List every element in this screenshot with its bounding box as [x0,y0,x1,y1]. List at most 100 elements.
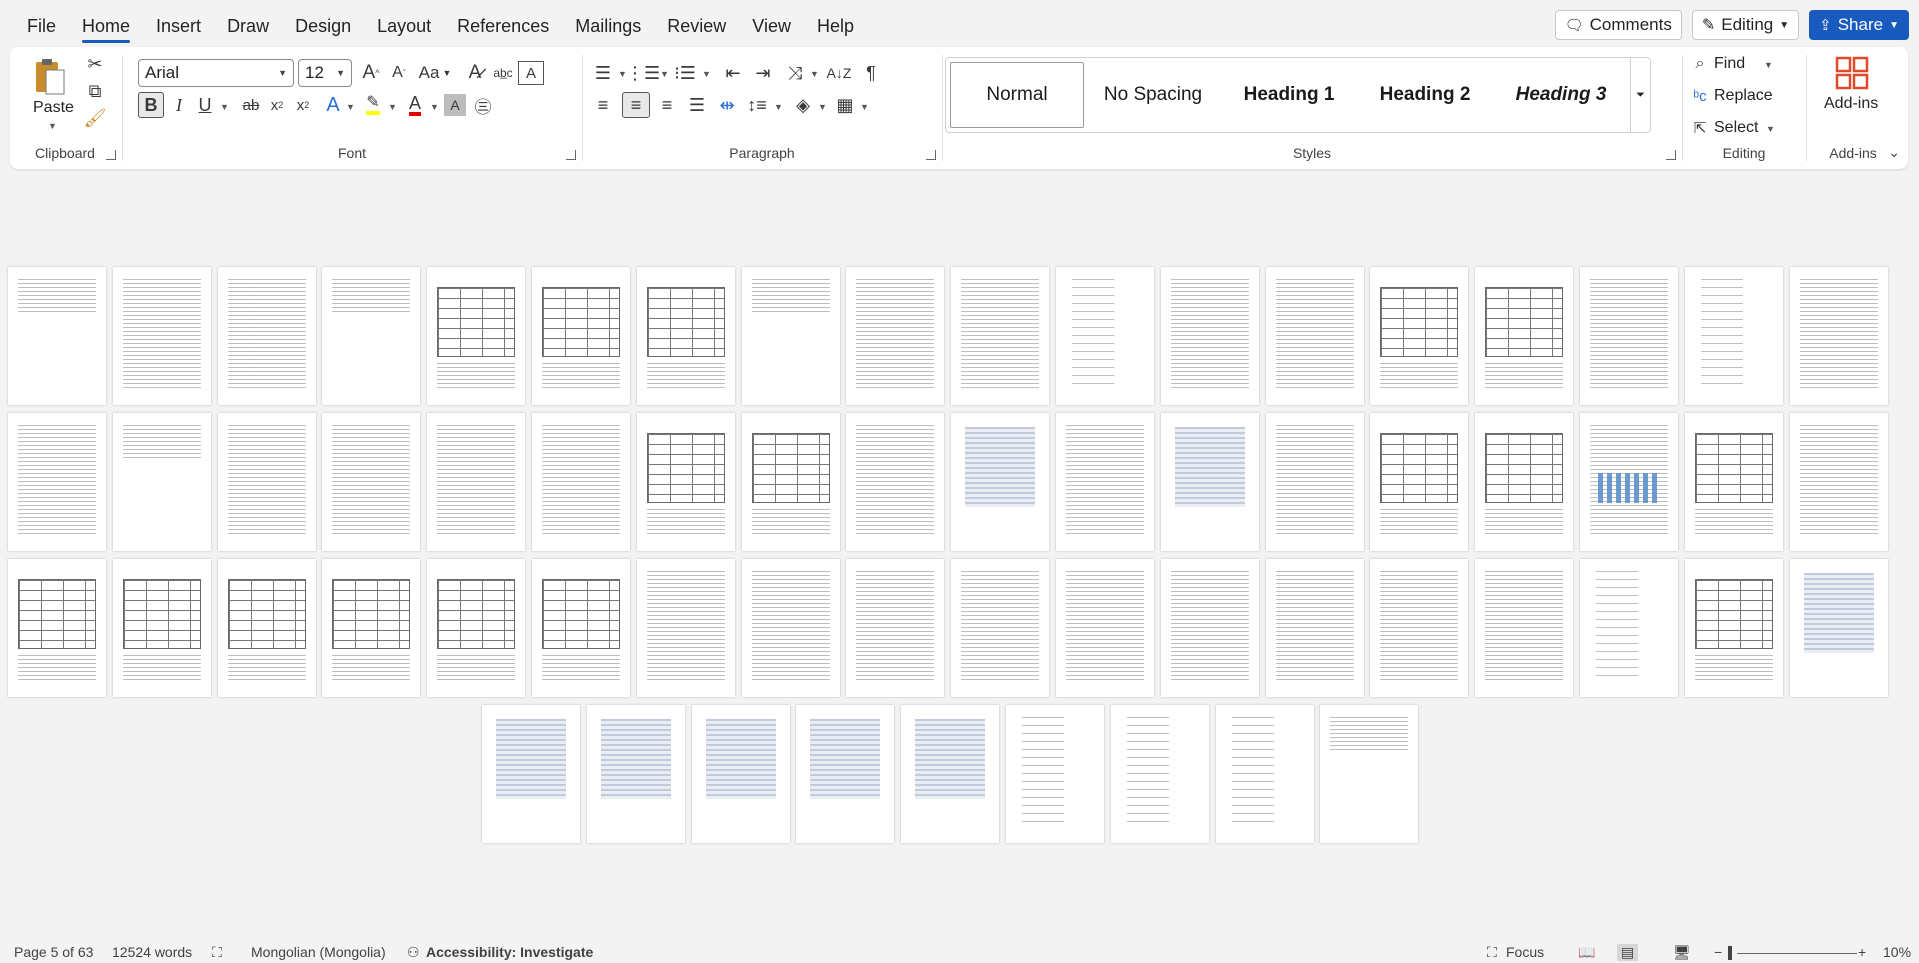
page-thumbnail[interactable] [1056,267,1154,405]
search-icon[interactable]: ⌕ [1690,53,1710,75]
page-thumbnail[interactable] [217,559,316,697]
menu-item-view[interactable]: View [739,12,804,43]
page-thumbnail[interactable] [1265,267,1364,405]
highlight-icon[interactable]: ✎ [360,92,386,118]
clipboard-launcher-icon[interactable] [106,150,116,160]
menu-item-file[interactable]: File [14,12,69,43]
proofing-icon[interactable]: ⛶ [212,944,222,961]
find-dropdown-icon[interactable]: ▼ [1764,60,1773,70]
text-direction-dropdown-icon[interactable]: ▼ [810,69,819,79]
page-thumbnail[interactable] [636,559,735,697]
menu-item-home[interactable]: Home [69,12,143,43]
line-spacing-dropdown-icon[interactable]: ▼ [774,102,783,112]
focus-button[interactable]: Focus [1506,944,1544,960]
page-count[interactable]: Page 5 of 63 [14,944,93,960]
page-thumbnail[interactable] [1789,267,1888,405]
menu-item-mailings[interactable]: Mailings [562,12,654,43]
print-layout-icon[interactable]: ▤ [1617,944,1639,961]
page-thumbnail[interactable] [532,267,630,405]
page-thumbnail[interactable] [636,267,735,405]
page-thumbnail[interactable] [901,705,1000,843]
addins-icon[interactable] [1834,55,1870,91]
cursor-arrow-icon[interactable]: ⇱ [1690,117,1710,139]
menu-item-draw[interactable]: Draw [214,12,282,43]
menu-item-design[interactable]: Design [282,12,364,43]
page-thumbnail[interactable] [1265,413,1364,551]
page-thumbnail[interactable] [1475,267,1574,405]
character-shading-icon[interactable]: A [444,94,466,116]
editing-mode-button[interactable]: ✎ Editing ▼ [1691,10,1800,40]
page-thumbnail[interactable] [322,267,421,405]
page-thumbnail[interactable] [636,413,735,551]
highlight-dropdown-icon[interactable]: ▼ [388,102,397,112]
underline-icon[interactable]: U [192,92,218,118]
bullets-icon[interactable]: ☰ [590,61,616,85]
multilevel-list-dropdown-icon[interactable]: ▼ [702,69,711,79]
collapse-ribbon-icon[interactable]: ⌄ [1888,144,1900,161]
page-thumbnail[interactable] [741,559,840,697]
menu-item-references[interactable]: References [444,12,562,43]
paste-dropdown-icon[interactable]: ▼ [48,121,57,131]
zoom-out-icon[interactable]: − [1714,944,1722,960]
page-thumbnail[interactable] [532,413,630,551]
cut-icon[interactable]: ✂ [84,53,106,75]
menu-item-insert[interactable]: Insert [143,12,214,43]
paste-button[interactable]: Paste [33,99,74,117]
font-launcher-icon[interactable] [566,150,576,160]
page-thumbnail[interactable] [1056,559,1154,697]
select-dropdown-icon[interactable]: ▼ [1766,124,1775,134]
page-thumbnail[interactable] [427,267,526,405]
increase-indent-icon[interactable]: ⇥ [750,61,776,85]
format-painter-icon[interactable]: 🖌 [84,107,107,129]
page-thumbnail[interactable] [112,267,211,405]
subscript-icon[interactable]: x2 [264,92,290,118]
grow-font-icon[interactable]: A ^ [358,61,384,85]
page-thumbnail[interactable] [741,267,840,405]
share-button[interactable]: ⇪ Share ▼ [1809,10,1909,40]
page-thumbnail[interactable] [427,559,526,697]
menu-item-layout[interactable]: Layout [364,12,444,43]
page-thumbnail[interactable] [1475,559,1574,697]
text-effects-icon[interactable]: A [320,92,346,118]
page-thumbnail[interactable] [1056,413,1154,551]
page-thumbnail[interactable] [1684,559,1783,697]
decrease-indent-icon[interactable]: ⇤ [720,61,746,85]
page-thumbnail[interactable] [1110,705,1209,843]
paste-icon[interactable] [32,55,68,99]
bold-icon[interactable]: B [138,92,164,118]
accessibility-status[interactable]: Accessibility: Investigate [426,944,593,960]
sort-icon[interactable]: A↓Z [826,61,852,85]
enclose-characters-icon[interactable]: ㊂ [470,92,496,118]
word-count[interactable]: 12524 words [112,944,192,960]
page-thumbnail[interactable] [1006,705,1104,843]
page-thumbnail[interactable] [586,705,685,843]
zoom-in-icon[interactable]: + [1858,944,1866,960]
shading-dropdown-icon[interactable]: ▼ [818,102,827,112]
page-thumbnail[interactable] [1160,413,1259,551]
read-mode-icon[interactable]: 📖 [1578,944,1595,961]
borders-dropdown-icon[interactable]: ▼ [860,102,869,112]
page-thumbnail[interactable] [8,413,106,551]
shrink-font-icon[interactable]: Aˇ [386,61,412,85]
menu-item-help[interactable]: Help [804,12,867,43]
font-name-combo[interactable]: Arial ▼ [138,59,294,87]
zoom-slider-track[interactable] [1737,953,1857,954]
page-thumbnail[interactable] [951,413,1050,551]
page-thumbnail[interactable] [1370,267,1469,405]
font-size-combo[interactable]: 12 ▼ [298,59,352,87]
page-thumbnail[interactable] [1265,559,1364,697]
align-left-icon[interactable]: ≡ [590,92,616,118]
styles-launcher-icon[interactable] [1666,150,1676,160]
clear-formatting-icon[interactable]: A̷ [462,61,488,85]
text-direction-icon[interactable]: ⤨ [782,61,808,85]
find-button[interactable]: Find [1714,55,1745,73]
page-thumbnail[interactable] [322,413,421,551]
italic-icon[interactable]: I [166,92,192,118]
zoom-level[interactable]: 10% [1883,944,1911,960]
page-thumbnail[interactable] [1160,559,1259,697]
page-thumbnail[interactable] [322,559,421,697]
replace-button[interactable]: Replace [1714,87,1773,105]
align-right-icon[interactable]: ≡ [654,92,680,118]
page-thumbnail[interactable] [1789,413,1888,551]
copy-icon[interactable]: ⧉ [84,80,106,102]
